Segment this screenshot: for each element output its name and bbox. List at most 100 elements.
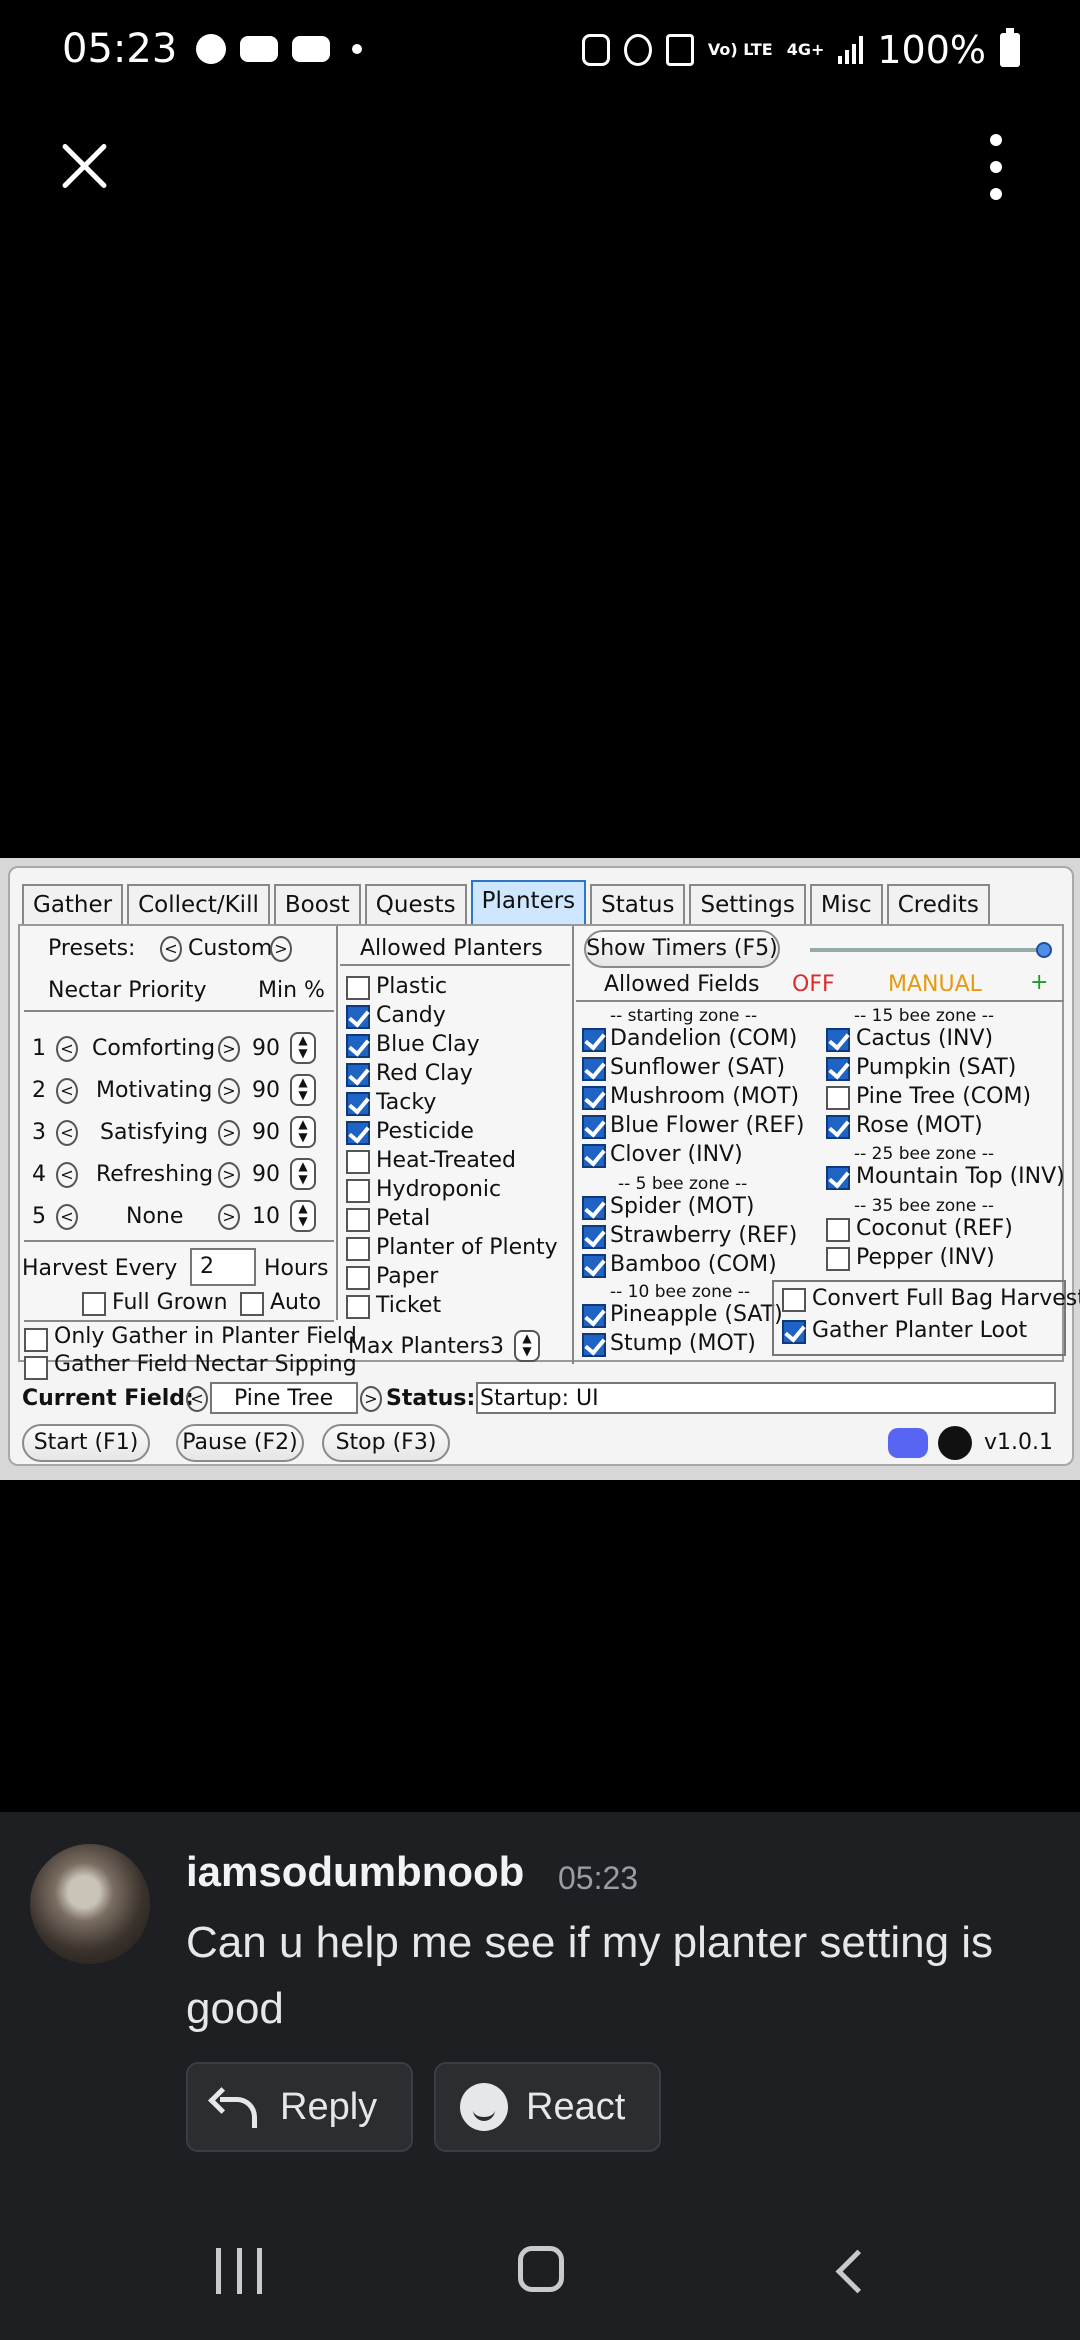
navigation-bar (0, 2200, 1080, 2340)
more-options-icon[interactable] (984, 134, 1008, 200)
dnd-icon (196, 34, 226, 64)
field-checkbox-blue-flower[interactable] (582, 1115, 606, 1139)
message-timestamp: 05:23 (558, 1860, 639, 1896)
nectar-next-icon[interactable]: > (218, 1162, 240, 1188)
planter-checkbox-red-clay[interactable] (346, 1063, 370, 1087)
recents-icon[interactable] (216, 2248, 262, 2294)
planter-checkbox-plastic[interactable] (346, 976, 370, 1000)
only-gather-checkbox[interactable] (24, 1328, 48, 1352)
field-label: Dandelion (COM) (610, 1026, 798, 1051)
more-notifications-dot-icon (352, 44, 362, 54)
current-field-next-icon[interactable]: > (360, 1386, 382, 1412)
planter-checkbox-blue-clay[interactable] (346, 1034, 370, 1058)
preset-value: Custom (188, 936, 273, 961)
field-label: Mushroom (MOT) (610, 1084, 800, 1109)
field-checkbox-sunflower[interactable] (582, 1057, 606, 1081)
discord-icon[interactable] (888, 1428, 928, 1458)
field-checkbox-cactus[interactable] (826, 1028, 850, 1052)
field-checkbox-mushroom[interactable] (582, 1086, 606, 1110)
max-planters-stepper[interactable]: ▲ ▼ (514, 1330, 540, 1362)
field-checkbox-coconut[interactable] (826, 1218, 850, 1242)
react-button[interactable]: React (434, 2062, 662, 2152)
timer-slider-handle[interactable] (1036, 942, 1052, 958)
nectar-prev-icon[interactable]: < (56, 1120, 78, 1146)
close-icon[interactable] (54, 136, 114, 196)
github-icon[interactable] (938, 1426, 972, 1460)
harvest-every-input[interactable]: 2 (190, 1248, 256, 1286)
nectar-name: Motivating (96, 1078, 213, 1103)
tab-settings[interactable]: Settings (689, 884, 806, 924)
auto-checkbox[interactable] (240, 1292, 264, 1316)
manual-toggle[interactable]: MANUAL (888, 972, 982, 997)
planter-checkbox-candy[interactable] (346, 1005, 370, 1029)
field-label: Cactus (INV) (856, 1026, 994, 1051)
planter-checkbox-heat-treated[interactable] (346, 1150, 370, 1174)
off-toggle[interactable]: OFF (792, 972, 835, 997)
nectar-next-icon[interactable]: > (218, 1120, 240, 1146)
current-field-prev-icon[interactable]: < (186, 1386, 208, 1412)
planter-checkbox-ticket[interactable] (346, 1295, 370, 1319)
start-button[interactable]: Start (F1) (22, 1424, 150, 1462)
gather-planter-loot-checkbox[interactable] (782, 1320, 806, 1344)
tab-quests[interactable]: Quests (364, 884, 467, 924)
planter-checkbox-hydroponic[interactable] (346, 1179, 370, 1203)
attached-image[interactable]: Gather Collect/Kill Boost Quests Planter… (0, 858, 1080, 1480)
planter-checkbox-tacky[interactable] (346, 1092, 370, 1116)
reply-button[interactable]: Reply (186, 2062, 414, 2152)
nectar-next-icon[interactable]: > (218, 1078, 240, 1104)
field-checkbox-pine-tree[interactable] (826, 1086, 850, 1110)
nectar-prev-icon[interactable]: < (56, 1204, 78, 1230)
tab-misc[interactable]: Misc (809, 884, 883, 924)
field-checkbox-strawberry[interactable] (582, 1225, 606, 1249)
field-label: Bamboo (COM) (610, 1252, 777, 1277)
tab-credits[interactable]: Credits (886, 884, 990, 924)
preset-next-icon[interactable]: > (270, 936, 292, 962)
convert-full-bag-checkbox[interactable] (782, 1288, 806, 1312)
nectar-next-icon[interactable]: > (218, 1036, 240, 1062)
nectar-min-stepper[interactable]: ▲ ▼ (290, 1116, 316, 1148)
planter-checkbox-planter-of-plenty[interactable] (346, 1237, 370, 1261)
tab-collect-kill[interactable]: Collect/Kill (127, 884, 270, 924)
home-icon[interactable] (518, 2246, 564, 2292)
avatar[interactable] (30, 1844, 150, 1964)
field-checkbox-pineapple[interactable] (582, 1304, 606, 1328)
tab-status[interactable]: Status (590, 884, 686, 924)
field-checkbox-pumpkin[interactable] (826, 1057, 850, 1081)
planter-checkbox-petal[interactable] (346, 1208, 370, 1232)
nectar-min-stepper[interactable]: ▲ ▼ (290, 1200, 316, 1232)
show-timers-button[interactable]: Show Timers (F5) (584, 930, 780, 968)
nectar-min-stepper[interactable]: ▲ ▼ (290, 1032, 316, 1064)
gather-nectar-checkbox[interactable] (24, 1356, 48, 1380)
field-checkbox-dandelion[interactable] (582, 1028, 606, 1052)
field-checkbox-stump[interactable] (582, 1333, 606, 1357)
preset-prev-icon[interactable]: < (160, 936, 182, 962)
allowed-planters-label: Allowed Planters (360, 936, 543, 961)
stop-button[interactable]: Stop (F3) (322, 1424, 450, 1462)
tab-boost[interactable]: Boost (273, 884, 361, 924)
timer-slider[interactable] (810, 948, 1050, 952)
full-grown-checkbox[interactable] (82, 1292, 106, 1316)
planter-checkbox-paper[interactable] (346, 1266, 370, 1290)
tab-planters[interactable]: Planters (470, 880, 587, 924)
nectar-next-icon[interactable]: > (218, 1204, 240, 1230)
pause-button[interactable]: Pause (F2) (176, 1424, 304, 1462)
field-checkbox-clover[interactable] (582, 1144, 606, 1168)
nectar-min-stepper[interactable]: ▲ ▼ (290, 1158, 316, 1190)
tab-gather[interactable]: Gather (22, 884, 124, 924)
field-checkbox-bamboo[interactable] (582, 1254, 606, 1278)
nectar-prev-icon[interactable]: < (56, 1078, 78, 1104)
nectar-min: 90 (252, 1162, 280, 1187)
add-field-button[interactable]: + (1030, 970, 1048, 995)
field-checkbox-rose[interactable] (826, 1115, 850, 1139)
field-checkbox-pepper[interactable] (826, 1247, 850, 1271)
nectar-prev-icon[interactable]: < (56, 1162, 78, 1188)
nectar-min-stepper[interactable]: ▲ ▼ (290, 1074, 316, 1106)
nectar-prev-icon[interactable]: < (56, 1036, 78, 1062)
field-checkbox-spider[interactable] (582, 1196, 606, 1220)
message-username[interactable]: iamsodumbnoob (186, 1848, 524, 1896)
back-icon[interactable] (832, 2248, 862, 2294)
field-label: Pepper (INV) (856, 1245, 995, 1270)
nectar-min: 90 (252, 1078, 280, 1103)
planter-checkbox-pesticide[interactable] (346, 1121, 370, 1145)
field-checkbox-mountain-top[interactable] (826, 1166, 850, 1190)
